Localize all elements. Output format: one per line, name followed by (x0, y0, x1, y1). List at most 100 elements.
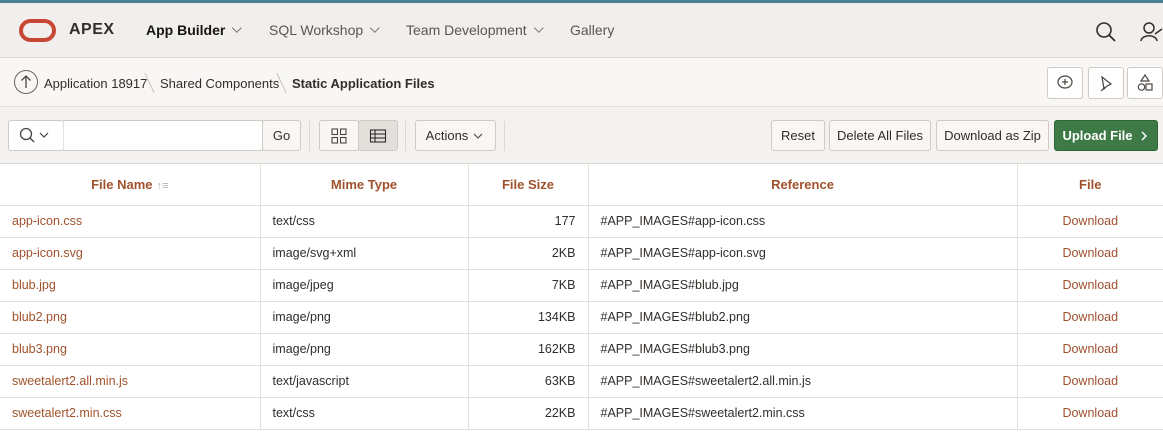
nav-team-development[interactable]: Team Development (406, 22, 544, 38)
download-as-zip-button[interactable]: Download as Zip (936, 120, 1049, 151)
nav-app-builder[interactable]: App Builder (146, 22, 243, 38)
reference-cell: #APP_IMAGES#app-icon.css (588, 205, 1018, 238)
column-header-reference[interactable]: Reference (588, 164, 1018, 206)
chevron-right-icon (1141, 130, 1147, 141)
breadcrumb-application[interactable]: Application 18917 (44, 76, 147, 91)
table-row: blub.jpg image/jpeg 7KB #APP_IMAGES#blub… (0, 269, 1163, 302)
download-link[interactable]: Download (1017, 205, 1163, 238)
pin-icon (1100, 75, 1113, 92)
top-navigation-bar: APEX App Builder SQL Workshop Team Devel… (0, 0, 1163, 58)
report-view-icon (369, 128, 387, 143)
search-column-selector[interactable] (8, 120, 64, 151)
toolbar-separator (309, 121, 310, 151)
file-size-cell: 7KB (468, 269, 589, 302)
chevron-down-icon (369, 23, 380, 33)
table-row: app-icon.svg image/svg+xml 2KB #APP_IMAG… (0, 237, 1163, 270)
table-row: app-icon.css text/css 177 #APP_IMAGES#ap… (0, 205, 1163, 238)
table-row: sweetalert2.min.css text/css 22KB #APP_I… (0, 397, 1163, 430)
table-row: sweetalert2.all.min.js text/javascript 6… (0, 365, 1163, 398)
pin-button[interactable] (1088, 67, 1124, 99)
file-size-cell: 22KB (468, 397, 589, 430)
delete-all-files-button[interactable]: Delete All Files (829, 120, 931, 151)
comment-button[interactable] (1047, 67, 1083, 99)
nav-sql-workshop[interactable]: SQL Workshop (269, 22, 380, 38)
table-header-row: File Name ↑≡ Mime Type File Size Referenc… (0, 164, 1163, 206)
grid-view-icon (331, 127, 347, 144)
file-name-link[interactable]: sweetalert2.min.css (0, 397, 261, 430)
reference-cell: #APP_IMAGES#blub3.png (588, 333, 1018, 366)
mime-type-cell: image/svg+xml (260, 237, 469, 270)
download-link[interactable]: Download (1017, 333, 1163, 366)
brand-name[interactable]: APEX (69, 21, 115, 39)
nav-item-label: App Builder (146, 22, 226, 38)
reference-cell: #APP_IMAGES#sweetalert2.all.min.js (588, 365, 1018, 398)
report-view-button[interactable] (358, 120, 398, 151)
search-icon (19, 127, 49, 143)
actions-label: Actions (425, 128, 469, 143)
reference-cell: #APP_IMAGES#blub.jpg (588, 269, 1018, 302)
grid-view-button[interactable] (319, 120, 359, 151)
upload-file-label: Upload File (1062, 128, 1133, 143)
download-link[interactable]: Download (1017, 301, 1163, 334)
file-name-link[interactable]: sweetalert2.all.min.js (0, 365, 261, 398)
file-size-cell: 63KB (468, 365, 589, 398)
user-icon[interactable] (1140, 20, 1163, 44)
table-row: blub2.png image/png 134KB #APP_IMAGES#bl… (0, 301, 1163, 334)
mime-type-cell: image/png (260, 301, 469, 334)
table-row: blub3.png image/png 162KB #APP_IMAGES#bl… (0, 333, 1163, 366)
column-header-mime-type[interactable]: Mime Type (260, 164, 469, 206)
file-name-link[interactable]: blub3.png (0, 333, 261, 366)
file-name-link[interactable]: app-icon.svg (0, 237, 261, 270)
nav-item-label: SQL Workshop (269, 22, 364, 38)
mime-type-cell: text/css (260, 205, 469, 238)
up-arrow-button[interactable] (14, 70, 38, 94)
sort-ascending-icon: ↑≡ (156, 179, 169, 192)
reset-button[interactable]: Reset (771, 120, 825, 151)
toolbar-separator (504, 121, 505, 151)
up-arrow-icon (21, 75, 31, 88)
file-size-cell: 134KB (468, 301, 589, 334)
chevron-down-icon (533, 23, 544, 33)
download-link[interactable]: Download (1017, 365, 1163, 398)
nav-item-label: Team Development (406, 22, 527, 38)
file-size-cell: 177 (468, 205, 589, 238)
breadcrumb-current-page: Static Application Files (292, 76, 435, 91)
search-input[interactable] (63, 120, 263, 151)
mime-type-cell: image/jpeg (260, 269, 469, 302)
breadcrumb-shared-components[interactable]: Shared Components (160, 76, 279, 91)
reference-cell: #APP_IMAGES#sweetalert2.min.css (588, 397, 1018, 430)
file-size-cell: 162KB (468, 333, 589, 366)
file-name-link[interactable]: app-icon.css (0, 205, 261, 238)
download-link[interactable]: Download (1017, 397, 1163, 430)
file-name-link[interactable]: blub.jpg (0, 269, 261, 302)
oracle-logo[interactable] (19, 19, 56, 42)
column-header-file-size[interactable]: File Size (468, 164, 589, 206)
static-files-report: File Name ↑≡ Mime Type File Size Referenc… (0, 164, 1163, 430)
mime-type-cell: text/css (260, 397, 469, 430)
chevron-down-icon (232, 23, 243, 33)
toolbar-separator (405, 121, 406, 151)
download-link[interactable]: Download (1017, 237, 1163, 270)
download-link[interactable]: Download (1017, 269, 1163, 302)
breadcrumb-bar: Application 18917 Shared Components Stat… (0, 58, 1163, 107)
column-header-label: File Name (91, 176, 153, 192)
go-button[interactable]: Go (262, 120, 301, 151)
search-icon[interactable] (1094, 20, 1118, 44)
column-header-file-name[interactable]: File Name ↑≡ (0, 164, 261, 206)
shared-components-button[interactable] (1127, 67, 1163, 99)
nav-gallery[interactable]: Gallery (570, 22, 614, 38)
file-size-cell: 2KB (468, 237, 589, 270)
reference-cell: #APP_IMAGES#app-icon.svg (588, 237, 1018, 270)
upload-file-button[interactable]: Upload File (1054, 120, 1158, 151)
file-name-link[interactable]: blub2.png (0, 301, 261, 334)
comment-icon (1057, 75, 1073, 89)
nav-item-label: Gallery (570, 22, 615, 38)
chevron-down-icon (473, 133, 483, 139)
mime-type-cell: image/png (260, 333, 469, 366)
report-toolbar: Go Actions Reset Delete All Files Downlo… (0, 107, 1163, 164)
shapes-icon (1137, 73, 1153, 91)
column-header-file[interactable]: File (1017, 164, 1163, 206)
reference-cell: #APP_IMAGES#blub2.png (588, 301, 1018, 334)
mime-type-cell: text/javascript (260, 365, 469, 398)
actions-menu-button[interactable]: Actions (415, 120, 496, 151)
